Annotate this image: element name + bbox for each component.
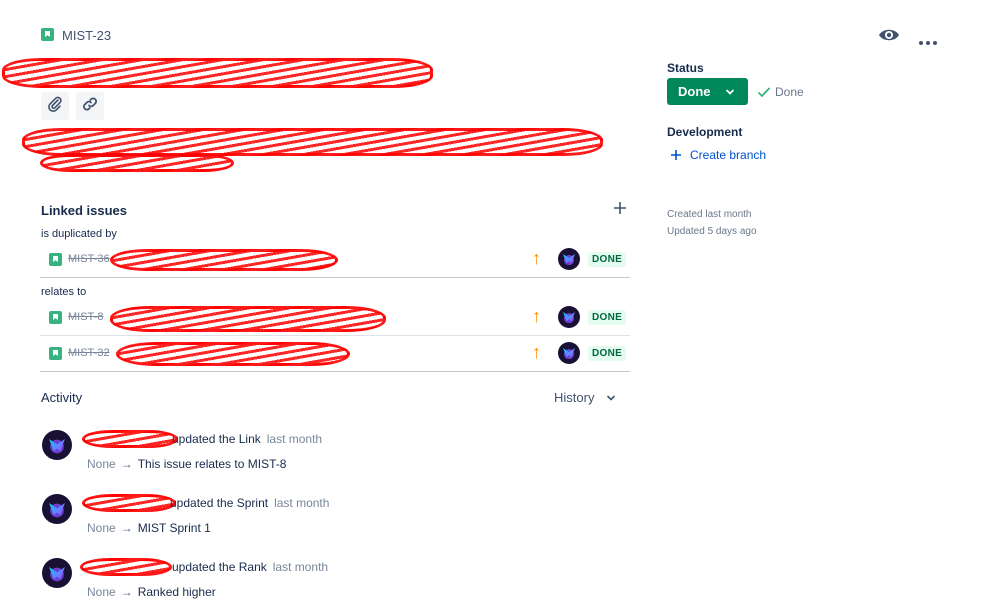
activity-item: updated the Sprint last month None → MIST S… [42, 494, 602, 544]
redacted-summary [2, 58, 433, 88]
redacted-description [40, 154, 234, 172]
linked-issue-row[interactable]: MIST-32 ↑ DONE [40, 338, 630, 368]
activity-item: updated the Link last month None → This iss… [42, 430, 602, 480]
linked-issue-key[interactable]: MIST-32 [68, 347, 110, 359]
plus-icon [670, 149, 682, 161]
chevron-down-icon [606, 390, 616, 405]
divider [40, 371, 630, 372]
check-icon [757, 86, 771, 98]
priority-high-icon: ↑ [532, 248, 541, 268]
avatar [558, 306, 580, 328]
story-icon [49, 253, 62, 266]
activity-to: Ranked higher [137, 585, 216, 599]
link-type-label: is duplicated by [41, 228, 117, 240]
updated-date: Updated 5 days ago [667, 226, 757, 237]
avatar [42, 430, 72, 460]
linked-issue-row[interactable]: MIST-36 ↑ DONE [40, 244, 630, 274]
activity-to: This issue relates to MIST-8 [137, 457, 287, 471]
arrow-right-icon: → [120, 457, 133, 471]
link-icon [82, 96, 98, 117]
create-branch-link[interactable]: Create branch [670, 148, 766, 162]
paperclip-icon [47, 96, 63, 117]
redacted-issue-summary [116, 342, 350, 366]
plus-icon[interactable] [613, 201, 627, 215]
redacted-user-name [82, 430, 178, 448]
activity-title: Activity [41, 390, 83, 405]
status-badge: DONE [588, 252, 627, 267]
attach-button[interactable] [41, 92, 69, 120]
status-transition-button[interactable]: Done [667, 78, 748, 105]
link-issue-button[interactable] [76, 92, 104, 120]
redacted-issue-summary [110, 249, 338, 271]
issue-key-breadcrumb[interactable]: MIST-23 [62, 28, 111, 43]
activity-from: None [87, 457, 116, 471]
divider [40, 277, 630, 278]
activity-time: last month [266, 432, 323, 446]
redacted-description [22, 128, 603, 156]
eye-icon[interactable] [878, 26, 900, 44]
created-date: Created last month [667, 209, 752, 220]
arrow-right-icon: → [120, 585, 133, 599]
priority-high-icon: ↑ [532, 342, 541, 362]
avatar [558, 342, 580, 364]
redacted-issue-summary [110, 306, 386, 332]
activity-from: None [87, 585, 116, 599]
chevron-down-icon [725, 88, 735, 96]
status-badge: DONE [588, 346, 627, 361]
avatar [42, 558, 72, 588]
avatar [558, 248, 580, 270]
linked-issues-title: Linked issues [41, 203, 127, 218]
priority-high-icon: ↑ [532, 306, 541, 326]
activity-item: updated the Rank last month None → Ranked h… [42, 558, 602, 608]
story-icon [49, 311, 62, 324]
activity-action: updated the Rank [172, 560, 267, 574]
linked-issue-key[interactable]: MIST-8 [68, 311, 103, 323]
redacted-user-name [80, 558, 172, 576]
development-label: Development [667, 125, 743, 139]
history-dropdown[interactable]: History [554, 390, 616, 405]
activity-action: updated the Link [172, 432, 261, 446]
activity-time: last month [274, 496, 330, 510]
history-dropdown-label: History [554, 390, 595, 405]
divider [40, 335, 630, 336]
activity-from: None [87, 521, 116, 535]
link-type-label: relates to [41, 286, 87, 298]
resolution-label: Done [775, 85, 804, 99]
story-icon [41, 28, 54, 41]
activity-time: last month [272, 560, 329, 574]
resolution: Done [757, 85, 804, 99]
activity-to: MIST Sprint 1 [137, 521, 211, 535]
story-icon [49, 347, 62, 360]
linked-issue-key[interactable]: MIST-36 [68, 253, 110, 265]
redacted-user-name [82, 494, 176, 512]
arrow-right-icon: → [120, 521, 133, 535]
activity-action: updated the Sprint [170, 496, 269, 510]
create-branch-label: Create branch [690, 148, 767, 162]
more-horizontal-icon[interactable] [918, 33, 938, 45]
avatar [42, 494, 72, 524]
status-badge: DONE [588, 310, 627, 325]
status-label: Status [667, 61, 704, 75]
status-button-label: Done [678, 84, 711, 99]
linked-issue-row[interactable]: MIST-8 ↑ DONE [40, 302, 630, 332]
